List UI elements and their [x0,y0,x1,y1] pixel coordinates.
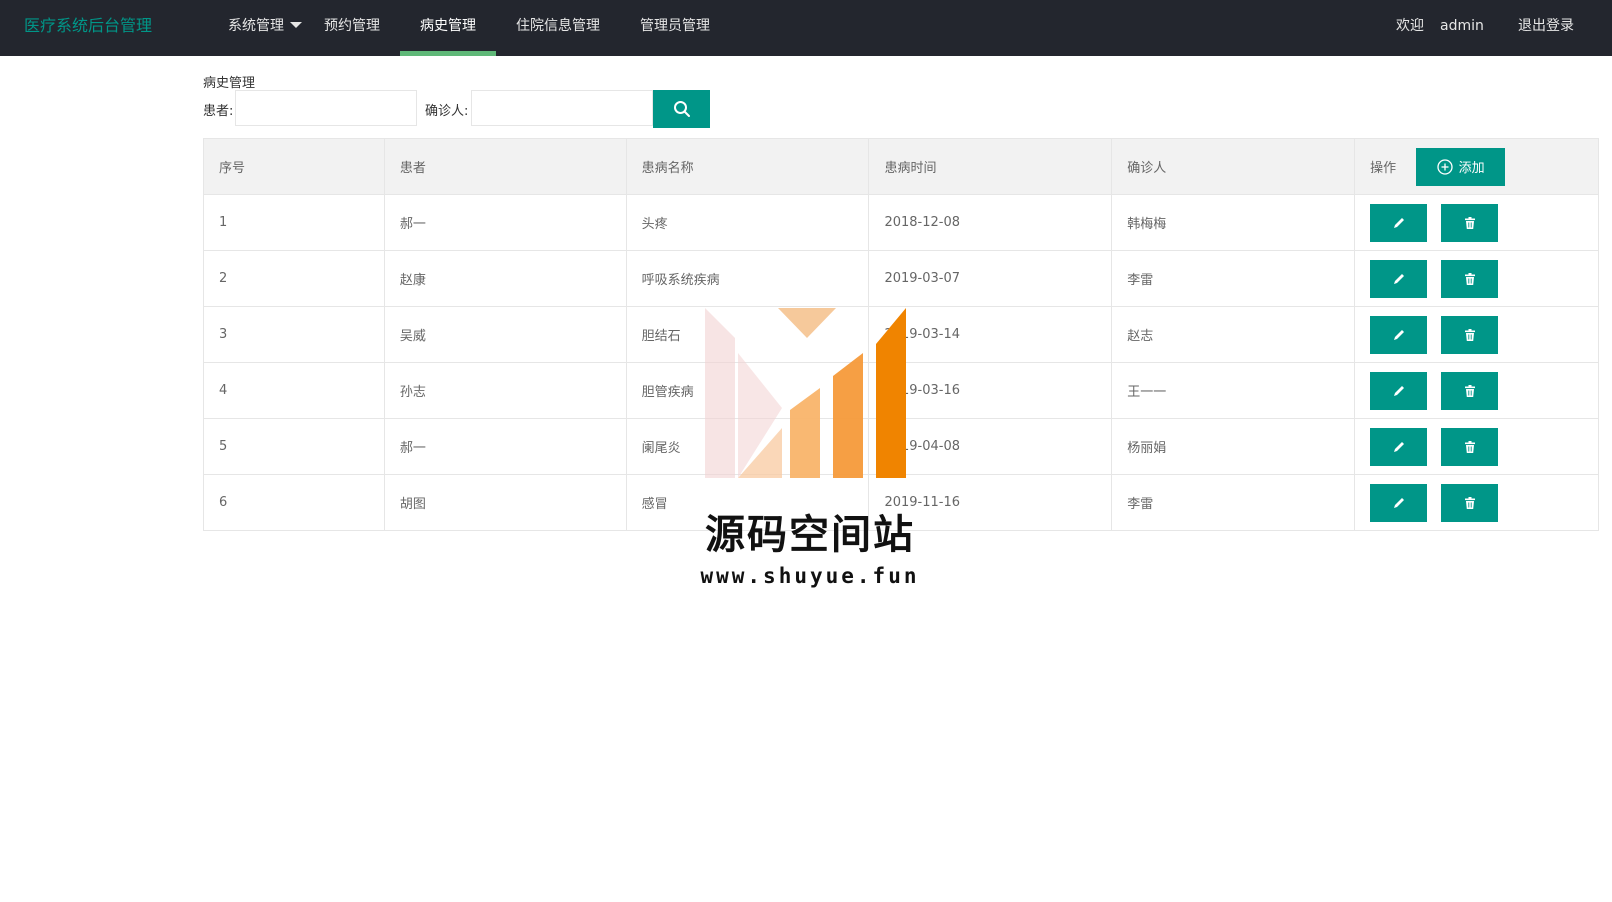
cell-actions [1354,250,1599,307]
cell-date: 2019-03-14 [868,306,1113,363]
pencil-icon [1393,329,1404,340]
trash-icon [1464,328,1475,341]
pencil-icon [1393,385,1404,396]
pencil-icon [1393,441,1404,452]
page-title: 病史管理 [203,76,256,91]
cell-disease: 胆管疾病 [625,362,870,419]
cell-date: 2019-03-07 [868,250,1113,307]
nav-appointment-management[interactable]: 预约管理 [324,0,380,52]
pencil-icon [1393,217,1404,228]
app-logo[interactable]: 医疗系统后台管理 [24,0,152,52]
doctor-search-label: 确诊人: [425,104,469,119]
medical-history-table: 序号 患者 患病名称 患病时间 确诊人 操作 添加 1 郝一 头疼 2018-1… [203,138,1599,531]
actions-header-label: 操作 [1370,161,1397,176]
edit-button[interactable] [1370,259,1428,298]
cell-doctor: 李雷 [1111,474,1356,531]
doctor-search-input[interactable] [471,90,653,126]
cell-id: 5 [203,418,385,475]
cell-actions [1354,474,1599,531]
cell-id: 2 [203,250,385,307]
trash-icon [1464,440,1475,453]
nav-admin-management[interactable]: 管理员管理 [640,0,710,52]
cell-patient: 郝一 [383,418,627,475]
table-header-row: 序号 患者 患病名称 患病时间 确诊人 操作 添加 [203,138,1599,195]
logout-link[interactable]: 退出登录 [1518,0,1574,52]
cell-doctor: 王一一 [1111,362,1356,419]
cell-patient: 赵康 [383,250,627,307]
cell-id: 3 [203,306,385,363]
table-row: 6 胡图 感冒 2019-11-16 李雷 [203,474,1599,531]
cell-patient: 郝一 [383,194,627,251]
edit-button[interactable] [1370,371,1428,410]
cell-patient: 孙志 [383,362,627,419]
cell-id: 1 [203,194,385,251]
cell-actions [1354,306,1599,363]
search-button[interactable] [653,90,710,128]
nav-medical-history[interactable]: 病史管理 [400,0,496,52]
column-header-doctor: 确诊人 [1111,138,1356,195]
delete-button[interactable] [1441,259,1499,298]
pencil-icon [1393,273,1404,284]
edit-button[interactable] [1370,427,1428,466]
edit-button[interactable] [1370,203,1428,242]
trash-icon [1464,216,1475,229]
patient-search-label: 患者: [203,104,234,119]
nav-hospitalization-management[interactable]: 住院信息管理 [516,0,600,52]
column-header-date: 患病时间 [868,138,1113,195]
cell-doctor: 李雷 [1111,250,1356,307]
cell-disease: 头疼 [625,194,870,251]
edit-button[interactable] [1370,483,1428,522]
add-record-button[interactable]: 添加 [1416,147,1506,186]
table-row: 2 赵康 呼吸系统疾病 2019-03-07 李雷 [203,250,1599,307]
trash-icon [1464,384,1475,397]
add-button-label: 添加 [1458,161,1485,176]
active-nav-indicator [400,51,496,56]
cell-actions [1354,362,1599,419]
username[interactable]: admin [1440,0,1484,52]
cell-patient: 吴威 [383,306,627,363]
pencil-icon [1393,497,1404,508]
cell-doctor: 赵志 [1111,306,1356,363]
cell-disease: 感冒 [625,474,870,531]
nav-system-management[interactable]: 系统管理 [228,0,302,52]
delete-button[interactable] [1441,315,1499,354]
cell-actions [1354,418,1599,475]
delete-button[interactable] [1441,371,1499,410]
trash-icon [1464,272,1475,285]
cell-date: 2019-03-16 [868,362,1113,419]
delete-button[interactable] [1441,427,1499,466]
welcome-text: 欢迎 [1396,18,1424,34]
cell-disease: 阑尾炎 [625,418,870,475]
cell-id: 6 [203,474,385,531]
top-navbar: 医疗系统后台管理 系统管理 预约管理 病史管理 住院信息管理 管理员管理 欢迎 … [0,0,1612,56]
trash-icon [1464,496,1475,509]
cell-date: 2018-12-08 [868,194,1113,251]
column-header-actions: 操作 添加 [1354,138,1599,195]
cell-disease: 胆结石 [625,306,870,363]
cell-id: 4 [203,362,385,419]
cell-disease: 呼吸系统疾病 [625,250,870,307]
cell-doctor: 杨丽娟 [1111,418,1356,475]
search-icon [673,101,690,117]
column-header-id: 序号 [203,138,385,195]
plus-circle-icon [1436,158,1453,175]
delete-button[interactable] [1441,203,1499,242]
edit-button[interactable] [1370,315,1428,354]
cell-date: 2019-11-16 [868,474,1113,531]
delete-button[interactable] [1441,483,1499,522]
patient-search-input[interactable] [235,90,417,126]
column-header-disease: 患病名称 [625,138,870,195]
cell-date: 2019-04-08 [868,418,1113,475]
column-header-patient: 患者 [383,138,627,195]
table-row: 1 郝一 头疼 2018-12-08 韩梅梅 [203,194,1599,251]
table-row: 3 吴威 胆结石 2019-03-14 赵志 [203,306,1599,363]
cell-doctor: 韩梅梅 [1111,194,1356,251]
watermark-url: www.shuyue.fun [700,564,920,588]
nav-label: 系统管理 [228,18,284,34]
cell-actions [1354,194,1599,251]
caret-down-icon [290,22,302,28]
cell-patient: 胡图 [383,474,627,531]
table-row: 5 郝一 阑尾炎 2019-04-08 杨丽娟 [203,418,1599,475]
table-row: 4 孙志 胆管疾病 2019-03-16 王一一 [203,362,1599,419]
